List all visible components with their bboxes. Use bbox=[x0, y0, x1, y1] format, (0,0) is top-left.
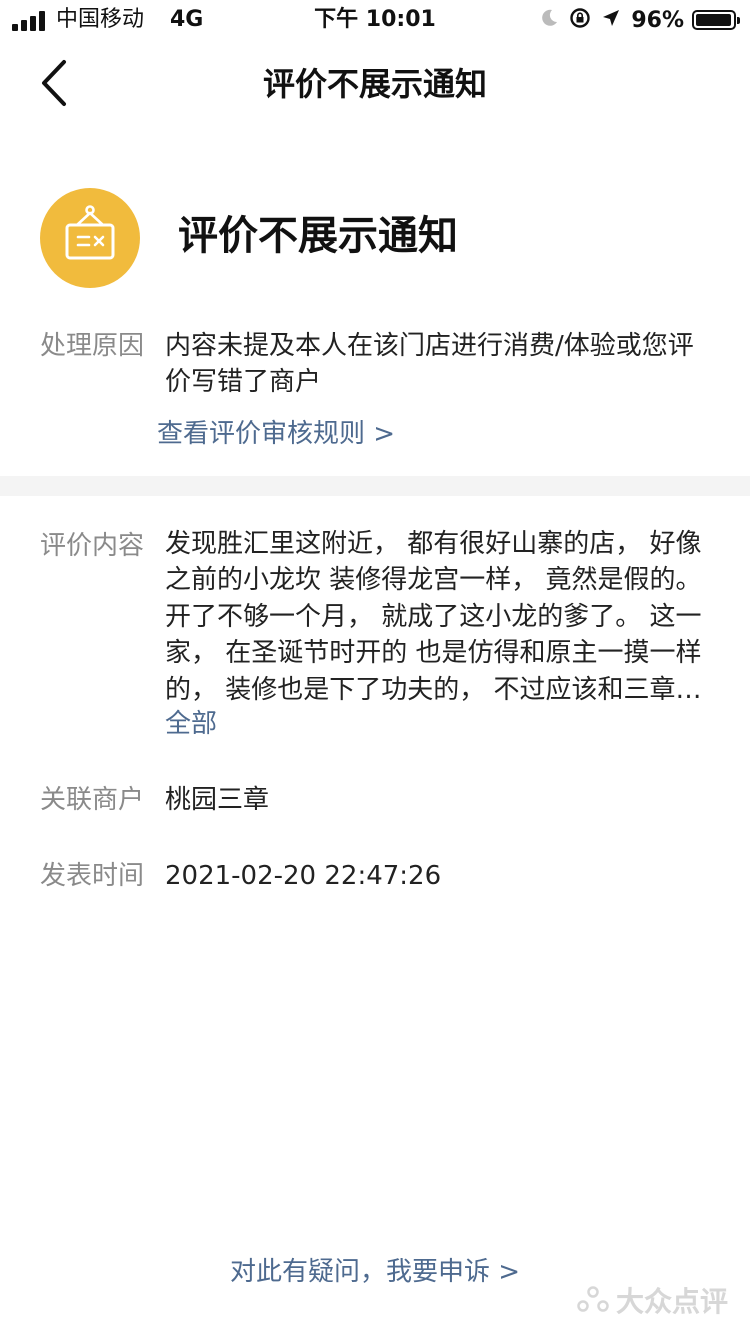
location-arrow-icon bbox=[601, 8, 621, 32]
notice-title: 评价不展示通知 bbox=[178, 213, 458, 259]
review-content-text: 发现胜汇里这附近， 都有很好山寨的店， 好像之前的小龙坎 装修得龙宫一样， 竟然… bbox=[165, 529, 702, 705]
review-content-label: 评价内容 bbox=[40, 531, 145, 561]
moon-icon bbox=[539, 8, 559, 32]
notification-page: 中国移动 4G 下午 10:01 96% 评价不展示通知 评价不展示通知 处理原… bbox=[0, 0, 750, 1334]
section-divider bbox=[0, 476, 750, 496]
published-time-label: 发表时间 bbox=[40, 861, 145, 891]
watermark-logo-icon bbox=[577, 1286, 609, 1312]
notice-sign-icon bbox=[40, 188, 140, 288]
rotation-lock-icon bbox=[569, 7, 591, 33]
page-title: 评价不展示通知 bbox=[262, 65, 487, 103]
reason-text: 内容未提及本人在该门店进行消费/体验或您评价写错了商户 bbox=[165, 331, 694, 397]
status-right: 96% bbox=[539, 6, 740, 34]
merchant-name: 桃园三章 bbox=[165, 785, 270, 815]
reason-label: 处理原因 bbox=[40, 331, 145, 361]
battery-percent: 96% bbox=[631, 7, 684, 33]
watermark: 大众点评 bbox=[576, 1280, 728, 1320]
show-all-link[interactable]: 全部 bbox=[165, 706, 217, 742]
review-rules-link[interactable]: 查看评价审核规则 > bbox=[157, 416, 395, 452]
published-time-value: 2021-02-20 22:47:26 bbox=[165, 861, 442, 891]
status-bar: 中国移动 4G 下午 10:01 96% bbox=[0, 0, 750, 40]
battery-level bbox=[696, 14, 731, 26]
battery-icon bbox=[692, 10, 740, 30]
merchant-label: 关联商户 bbox=[40, 785, 145, 815]
watermark-text: 大众点评 bbox=[616, 1285, 729, 1318]
